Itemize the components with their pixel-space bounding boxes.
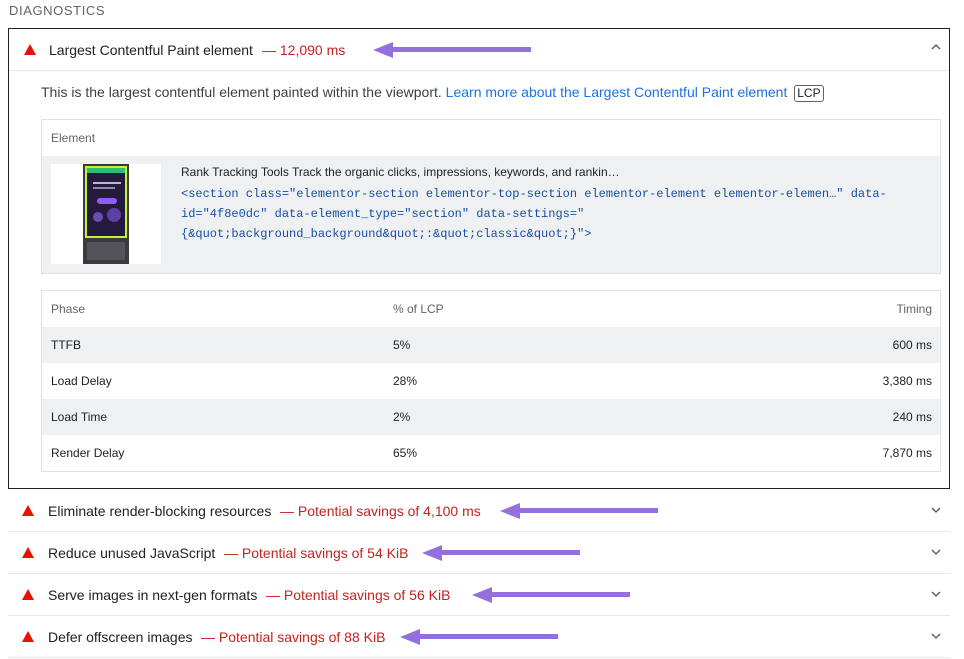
audit-lcp-display-value: — 12,090 ms (262, 42, 346, 58)
node-label: Rank Tracking Tools Track the organic cl… (181, 165, 620, 179)
chevron-down-icon[interactable] (930, 546, 942, 561)
percent-cell: 5% (393, 338, 411, 352)
col-percent-header: % of LCP (393, 302, 444, 316)
percent-cell: 65% (393, 446, 418, 460)
audit-title: Reduce unused JavaScript (48, 545, 216, 561)
element-screenshot-thumbnail (51, 164, 161, 264)
percent-cell: 28% (393, 374, 418, 388)
audit-lcp-title: Largest Contentful Paint element (49, 42, 253, 58)
phase-cell: Render Delay (51, 446, 125, 460)
arrow-annotation (500, 503, 658, 519)
node-snippet: <section class="elementor-section elemen… (181, 187, 887, 241)
audit-lcp-description: This is the largest contentful element p… (41, 84, 824, 102)
table-row: Load Time 2% 240 ms (42, 399, 940, 435)
arrow-annotation (422, 545, 580, 561)
chevron-up-icon[interactable] (930, 41, 942, 56)
arrow-annotation (400, 629, 558, 645)
audit-next-gen-images[interactable]: Serve images in next-gen formats — Poten… (8, 574, 950, 616)
section-title: DIAGNOSTICS (9, 3, 106, 18)
audit-lcp-header[interactable]: Largest Contentful Paint element — 12,09… (9, 29, 949, 71)
audit-display-value: — Potential savings of 4,100 ms (280, 503, 481, 519)
phase-cell: Load Delay (51, 374, 112, 388)
phase-cell: TTFB (51, 338, 81, 352)
arrow-annotation (373, 42, 531, 58)
chevron-down-icon[interactable] (930, 588, 942, 603)
element-table-header: Element (42, 120, 940, 156)
phase-table-header: Phase % of LCP Timing (42, 291, 940, 327)
timing-cell: 3,380 ms (882, 374, 932, 388)
table-row: Load Delay 28% 3,380 ms (42, 363, 940, 399)
table-row: TTFB 5% 600 ms (42, 327, 940, 363)
audit-display-value: — Potential savings of 56 KiB (266, 587, 451, 603)
audit-title: Serve images in next-gen formats (48, 587, 258, 603)
audit-display-value: — Potential savings of 88 KiB (201, 629, 386, 645)
chevron-down-icon[interactable] (930, 504, 942, 519)
audit-lcp-element: Largest Contentful Paint element — 12,09… (8, 28, 950, 489)
timing-cell: 240 ms (892, 410, 932, 424)
audit-offscreen-images[interactable]: Defer offscreen images — Potential savin… (8, 616, 950, 658)
audit-title: Defer offscreen images (48, 629, 193, 645)
audit-render-blocking[interactable]: Eliminate render-blocking resources — Po… (8, 490, 950, 532)
timing-cell: 600 ms (892, 338, 932, 352)
warning-triangle-icon (22, 589, 34, 600)
warning-triangle-icon (24, 44, 36, 55)
element-row: Rank Tracking Tools Track the organic cl… (42, 156, 940, 273)
element-table: Element Rank Tracking Tools Track the or… (41, 119, 941, 274)
warning-triangle-icon (22, 505, 34, 516)
learn-more-link[interactable]: Learn more about the Largest Contentful … (446, 84, 788, 100)
phase-cell: Load Time (51, 410, 108, 424)
audit-unused-javascript[interactable]: Reduce unused JavaScript — Potential sav… (8, 532, 950, 574)
audit-display-value: — Potential savings of 54 KiB (224, 545, 409, 561)
table-row: Render Delay 65% 7,870 ms (42, 435, 940, 471)
col-phase-header: Phase (51, 302, 86, 316)
description-text: This is the largest contentful element p… (41, 84, 442, 100)
warning-triangle-icon (22, 547, 34, 558)
lcp-phase-table: Phase % of LCP Timing TTFB 5% 600 ms Loa… (41, 290, 941, 472)
percent-cell: 2% (393, 410, 411, 424)
timing-cell: 7,870 ms (882, 446, 932, 460)
lcp-badge: LCP (794, 85, 824, 102)
audit-title: Eliminate render-blocking resources (48, 503, 272, 519)
col-timing-header: Timing (896, 302, 932, 316)
warning-triangle-icon (22, 631, 34, 642)
arrow-annotation (472, 587, 630, 603)
chevron-down-icon[interactable] (930, 630, 942, 645)
